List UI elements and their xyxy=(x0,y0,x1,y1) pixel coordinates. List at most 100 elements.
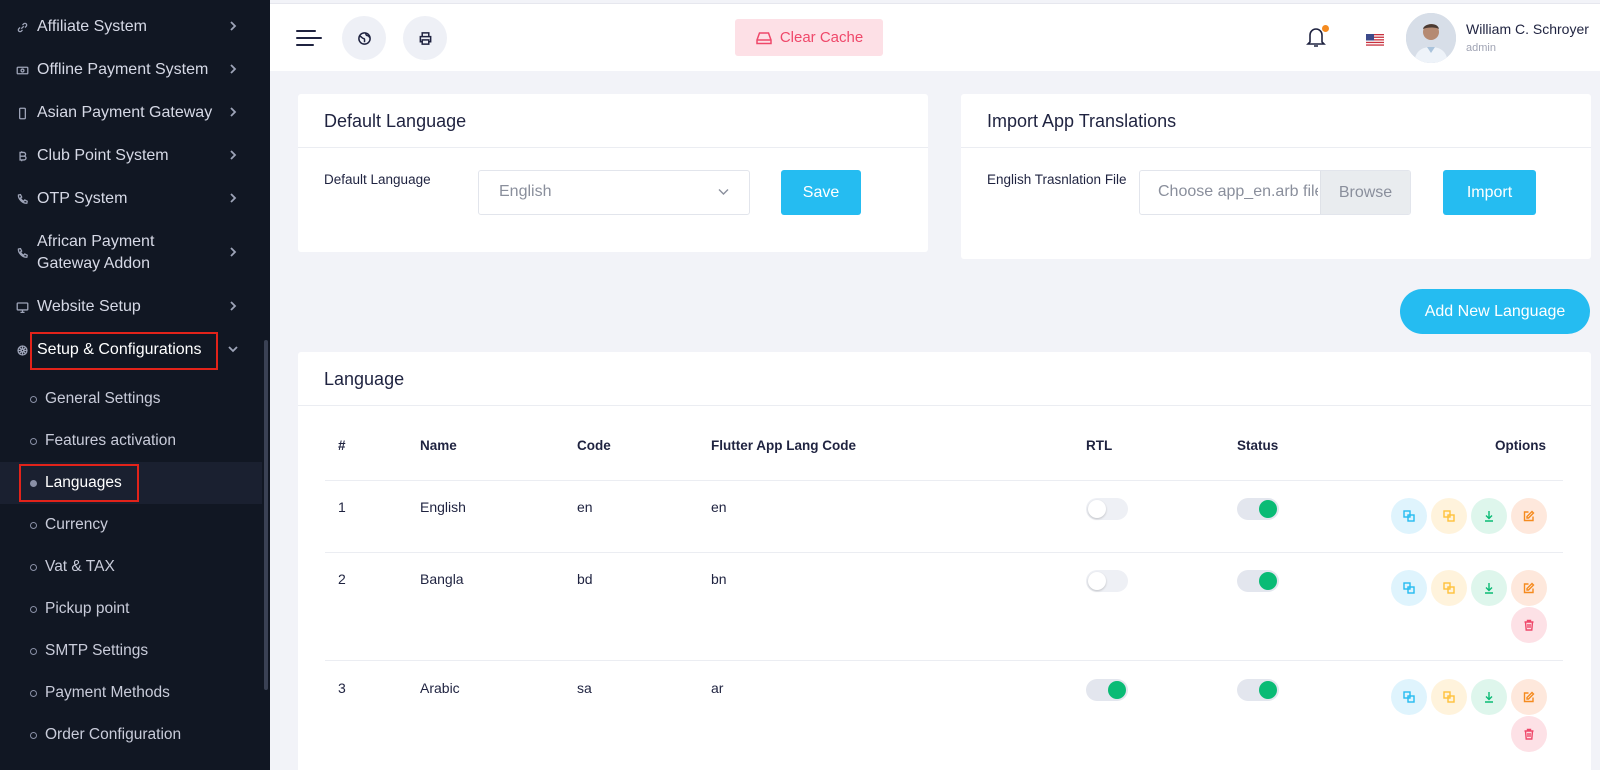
dharmachakra-icon xyxy=(14,344,30,357)
hdd-icon xyxy=(755,31,773,45)
bullet-icon xyxy=(30,437,37,445)
sidebar-item-label: Setup & Configurations xyxy=(37,341,202,358)
bullet-icon xyxy=(30,731,37,739)
delete-button[interactable] xyxy=(1511,607,1547,643)
toggle-knob xyxy=(1108,681,1126,699)
sidebar-scrollbar[interactable] xyxy=(264,340,268,690)
trash-icon xyxy=(1523,619,1535,631)
cell-code: sa xyxy=(577,680,592,696)
notification-bell-icon[interactable] xyxy=(1305,25,1329,51)
sidebar-item-label: Club Point System xyxy=(37,147,169,164)
chevron-right-icon xyxy=(228,190,238,208)
cell-name: Bangla xyxy=(420,571,464,587)
download-button[interactable] xyxy=(1471,679,1507,715)
sidebar-subitem-label: General Settings xyxy=(45,390,161,407)
globe-icon xyxy=(357,31,372,46)
copy-icon xyxy=(1443,691,1455,703)
chevron-down-icon xyxy=(228,341,238,359)
column-header-code: Code xyxy=(577,438,611,453)
add-new-language-button[interactable]: Add New Language xyxy=(1400,289,1590,334)
clear-cache-button[interactable]: Clear Cache xyxy=(735,19,883,56)
print-button[interactable] xyxy=(403,16,447,60)
sidebar-subitem-general-settings[interactable]: General Settings xyxy=(0,378,262,420)
sidebar-subitem-order-configuration[interactable]: Order Configuration xyxy=(0,714,262,756)
translation-button[interactable] xyxy=(1391,679,1427,715)
chevron-right-icon xyxy=(228,298,238,316)
save-button[interactable]: Save xyxy=(781,170,861,215)
language-icon xyxy=(1403,691,1415,703)
delete-button[interactable] xyxy=(1511,716,1547,752)
column-header-options: Options xyxy=(1495,438,1546,453)
sidebar-item-affiliate-system[interactable]: Affiliate System xyxy=(0,16,270,38)
sidebar-subitem-languages[interactable]: Languages xyxy=(0,462,262,504)
globe-button[interactable] xyxy=(342,16,386,60)
card-title: Import App Translations xyxy=(987,111,1177,131)
sidebar-item-label: Asian Payment Gateway xyxy=(37,104,213,121)
sidebar-subitem-currency[interactable]: Currency xyxy=(0,504,262,546)
copy-icon xyxy=(1443,510,1455,522)
chevron-right-icon xyxy=(228,147,238,165)
avatar[interactable] xyxy=(1406,13,1456,63)
default-language-select[interactable]: English xyxy=(478,170,750,215)
translation-file-input[interactable]: Choose app_en.arb file Browse xyxy=(1139,170,1411,215)
clear-cache-label: Clear Cache xyxy=(779,29,864,46)
bitcoin-icon xyxy=(14,150,30,163)
download-button[interactable] xyxy=(1471,498,1507,534)
chevron-right-icon xyxy=(228,18,238,36)
sidebar-subitem-pickup-point[interactable]: Pickup point xyxy=(0,588,262,630)
sidebar-item-offline-payment-system[interactable]: Offline Payment System xyxy=(0,59,270,81)
cell-name: English xyxy=(420,499,466,515)
status-toggle[interactable] xyxy=(1237,570,1279,592)
edit-icon xyxy=(1523,510,1535,522)
browse-button[interactable]: Browse xyxy=(1320,171,1410,214)
sidebar-subitem-features-activation[interactable]: Features activation xyxy=(0,420,262,462)
sidebar-item-setup-configurations[interactable]: Setup & Configurations xyxy=(0,339,270,361)
phone-call-icon xyxy=(14,193,30,206)
cell-number: 1 xyxy=(338,499,346,515)
sidebar-subitem-vat-tax[interactable]: Vat & TAX xyxy=(0,546,262,588)
download-button[interactable] xyxy=(1471,570,1507,606)
translation-button[interactable] xyxy=(1391,498,1427,534)
field-label: English Trasnlation File xyxy=(987,172,1127,187)
menu-toggle-icon[interactable] xyxy=(296,28,322,48)
link-icon xyxy=(14,21,30,34)
sidebar-item-african-payment-gateway-addon[interactable]: African Payment Gateway Addon xyxy=(0,231,270,275)
chevron-right-icon xyxy=(228,104,238,122)
cell-number: 3 xyxy=(338,680,346,696)
app-translation-button[interactable] xyxy=(1431,498,1467,534)
sidebar-subitem-payment-methods[interactable]: Payment Methods xyxy=(0,672,262,714)
status-toggle[interactable] xyxy=(1237,498,1279,520)
app-translation-button[interactable] xyxy=(1431,570,1467,606)
cell-app-code: en xyxy=(711,499,727,515)
translation-button[interactable] xyxy=(1391,570,1427,606)
sidebar-item-website-setup[interactable]: Website Setup xyxy=(0,296,270,318)
chevron-right-icon xyxy=(228,244,238,262)
divider xyxy=(298,147,928,148)
rtl-toggle[interactable] xyxy=(1086,498,1128,520)
sidebar-item-label: Affiliate System xyxy=(37,18,147,35)
user-role: admin xyxy=(1466,42,1496,54)
import-button[interactable]: Import xyxy=(1443,170,1536,215)
app-translation-button[interactable] xyxy=(1431,679,1467,715)
edit-button[interactable] xyxy=(1511,498,1547,534)
import-translations-card: Import App Translations English Trasnlat… xyxy=(961,94,1591,259)
bullet-icon xyxy=(30,395,37,403)
sidebar-item-label: Offline Payment System xyxy=(37,61,209,78)
sidebar-item-club-point-system[interactable]: Club Point System xyxy=(0,145,270,167)
sidebar-subitem-smtp-settings[interactable]: SMTP Settings xyxy=(0,630,262,672)
edit-button[interactable] xyxy=(1511,570,1547,606)
sidebar-item-asian-payment-gateway[interactable]: Asian Payment Gateway xyxy=(0,102,270,124)
column-header-status: Status xyxy=(1237,438,1279,453)
toggle-knob xyxy=(1088,500,1106,518)
cell-name: Arabic xyxy=(420,680,460,696)
notification-dot xyxy=(1322,25,1329,32)
rtl-toggle[interactable] xyxy=(1086,570,1128,592)
sidebar-subitem-label: Features activation xyxy=(45,432,176,449)
chevron-right-icon xyxy=(228,61,238,79)
us-flag-icon[interactable] xyxy=(1366,34,1384,47)
copy-icon xyxy=(1443,582,1455,594)
edit-button[interactable] xyxy=(1511,679,1547,715)
sidebar-item-otp-system[interactable]: OTP System xyxy=(0,188,270,210)
rtl-toggle[interactable] xyxy=(1086,679,1128,701)
status-toggle[interactable] xyxy=(1237,679,1279,701)
